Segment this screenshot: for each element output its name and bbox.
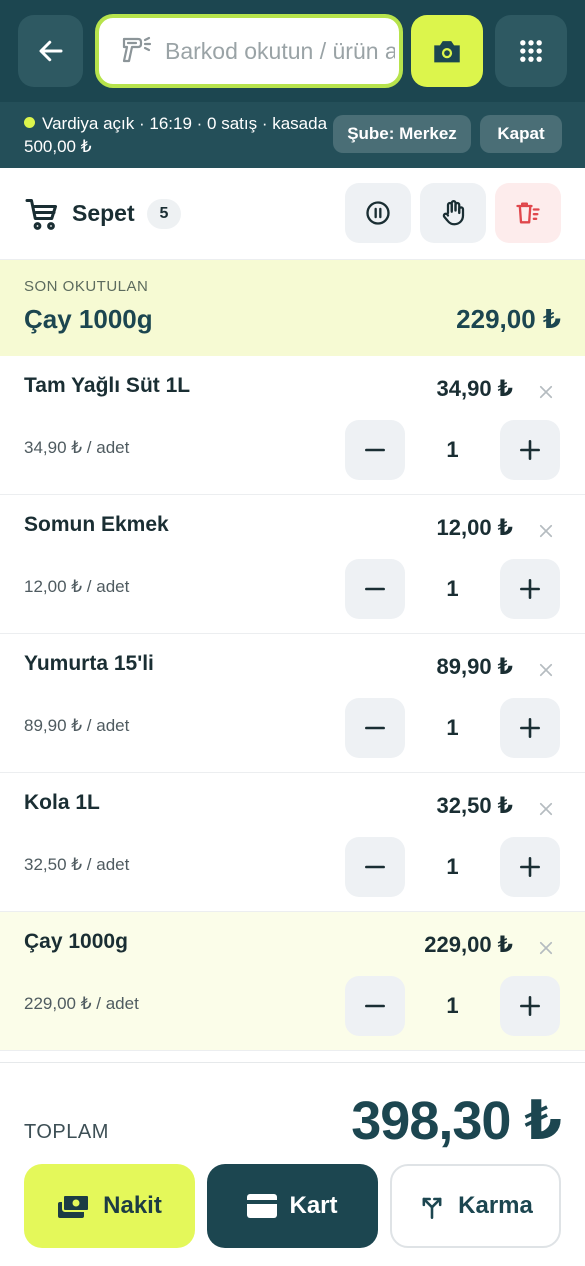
- checkout-footer: TOPLAM 398,30 ₺ Nakit Kart Karma: [0, 1062, 585, 1266]
- remove-item-button[interactable]: [534, 797, 558, 821]
- total-value: 398,30 ₺: [351, 1091, 562, 1151]
- plus-icon: [520, 718, 540, 738]
- increase-qty-button[interactable]: [500, 837, 560, 897]
- item-price: 12,00 ₺: [436, 515, 513, 540]
- increase-qty-button[interactable]: [500, 559, 560, 619]
- item-unit-price: 12,00 ₺ / adet: [24, 577, 130, 596]
- plus-icon: [520, 440, 540, 460]
- status-dot-icon: [24, 117, 35, 128]
- item-price: 34,90 ₺: [436, 376, 513, 401]
- decrease-qty-button[interactable]: [345, 698, 405, 758]
- item-price: 89,90 ₺: [436, 654, 513, 679]
- cash-icon: [57, 1191, 91, 1221]
- close-icon: [539, 385, 553, 399]
- search-input[interactable]: [165, 37, 395, 65]
- total-label: TOPLAM: [24, 1121, 109, 1143]
- pause-sale-button[interactable]: [345, 183, 411, 243]
- pay-card-label: Kart: [289, 1192, 338, 1219]
- plus-icon: [520, 579, 540, 599]
- pay-cash-button[interactable]: Nakit: [24, 1164, 195, 1248]
- top-bar: [0, 0, 585, 102]
- item-name: Yumurta 15'li: [24, 652, 154, 675]
- hand-icon: [442, 200, 465, 226]
- basket-count-badge: 5: [147, 199, 181, 229]
- camera-button[interactable]: [411, 15, 483, 87]
- basket-item: Tam Yağlı Süt 1L 34,90 ₺ 34,90 ₺ / adet …: [0, 356, 585, 495]
- item-unit-price: 34,90 ₺ / adet: [24, 438, 130, 457]
- basket-item: Kola 1L 32,50 ₺ 32,50 ₺ / adet 1: [0, 773, 585, 912]
- pause-icon: [366, 201, 390, 225]
- increase-qty-button[interactable]: [500, 420, 560, 480]
- search-box[interactable]: [95, 14, 403, 88]
- basket-header: Sepet 5: [0, 168, 585, 260]
- shift-status: Vardiya açık · 16:19 · 0 satış · kasada …: [24, 112, 329, 158]
- item-quantity: 1: [446, 437, 459, 462]
- shift-cash-amount: 500,00 ₺: [24, 137, 92, 156]
- increase-qty-button[interactable]: [500, 698, 560, 758]
- item-quantity: 1: [446, 854, 459, 879]
- increase-qty-button[interactable]: [500, 976, 560, 1036]
- split-arrows-icon: [418, 1192, 446, 1220]
- close-icon: [539, 802, 553, 816]
- hold-sale-button[interactable]: [420, 183, 486, 243]
- plus-icon: [520, 996, 540, 1016]
- pay-mixed-label: Karma: [458, 1192, 533, 1219]
- close-shift-button[interactable]: Kapat: [480, 115, 562, 153]
- minus-icon: [365, 587, 385, 591]
- item-unit-price: 229,00 ₺ / adet: [24, 994, 139, 1013]
- remove-item-button[interactable]: [534, 658, 558, 682]
- decrease-qty-button[interactable]: [345, 976, 405, 1036]
- close-icon: [539, 524, 553, 538]
- cart-icon: [25, 199, 57, 230]
- item-price: 32,50 ₺: [436, 793, 513, 818]
- pay-card-button[interactable]: Kart: [207, 1164, 378, 1248]
- back-button[interactable]: [18, 15, 83, 87]
- camera-icon: [434, 41, 460, 63]
- item-unit-price: 89,90 ₺ / adet: [24, 716, 130, 735]
- remove-item-button[interactable]: [534, 380, 558, 404]
- trash-icon: [516, 202, 540, 224]
- menu-grid-button[interactable]: [495, 15, 567, 87]
- basket-item: Yumurta 15'li 89,90 ₺ 89,90 ₺ / adet 1: [0, 634, 585, 773]
- last-scanned-price: 229,00 ₺: [456, 304, 561, 334]
- branch-button[interactable]: Şube: Merkez: [333, 115, 471, 153]
- minus-icon: [365, 448, 385, 452]
- basket-item: Somun Ekmek 12,00 ₺ 12,00 ₺ / adet 1: [0, 495, 585, 634]
- decrease-qty-button[interactable]: [345, 559, 405, 619]
- close-icon: [539, 941, 553, 955]
- plus-icon: [520, 857, 540, 877]
- item-quantity: 1: [446, 576, 459, 601]
- last-scanned-label: SON OKUTULAN: [24, 278, 149, 295]
- shift-status-line1: Vardiya açık · 16:19 · 0 satış · kasada: [42, 114, 328, 133]
- item-quantity: 1: [446, 993, 459, 1018]
- pay-cash-label: Nakit: [103, 1192, 162, 1219]
- remove-item-button[interactable]: [534, 519, 558, 543]
- item-name: Somun Ekmek: [24, 513, 169, 536]
- item-quantity: 1: [446, 715, 459, 740]
- minus-icon: [365, 726, 385, 730]
- last-scanned-name: Çay 1000g: [24, 304, 153, 334]
- item-unit-price: 32,50 ₺ / adet: [24, 855, 130, 874]
- last-scanned-panel: SON OKUTULAN Çay 1000g 229,00 ₺: [0, 260, 585, 356]
- item-name: Tam Yağlı Süt 1L: [24, 374, 191, 397]
- arrow-left-icon: [39, 40, 62, 62]
- grid-dots-icon: [520, 40, 542, 62]
- credit-card-icon: [247, 1194, 278, 1218]
- close-icon: [539, 663, 553, 677]
- minus-icon: [365, 865, 385, 869]
- minus-icon: [365, 1004, 385, 1008]
- basket-item-highlighted: Çay 1000g 229,00 ₺ 229,00 ₺ / adet 1: [0, 912, 585, 1051]
- decrease-qty-button[interactable]: [345, 420, 405, 480]
- item-price: 229,00 ₺: [424, 932, 513, 957]
- clear-basket-button[interactable]: [495, 183, 561, 243]
- pay-mixed-button[interactable]: Karma: [390, 1164, 561, 1248]
- remove-item-button[interactable]: [534, 936, 558, 960]
- barcode-scanner-icon: [119, 33, 155, 69]
- item-name: Kola 1L: [24, 791, 100, 814]
- item-name: Çay 1000g: [24, 930, 128, 953]
- decrease-qty-button[interactable]: [345, 837, 405, 897]
- basket-title: Sepet: [72, 200, 135, 226]
